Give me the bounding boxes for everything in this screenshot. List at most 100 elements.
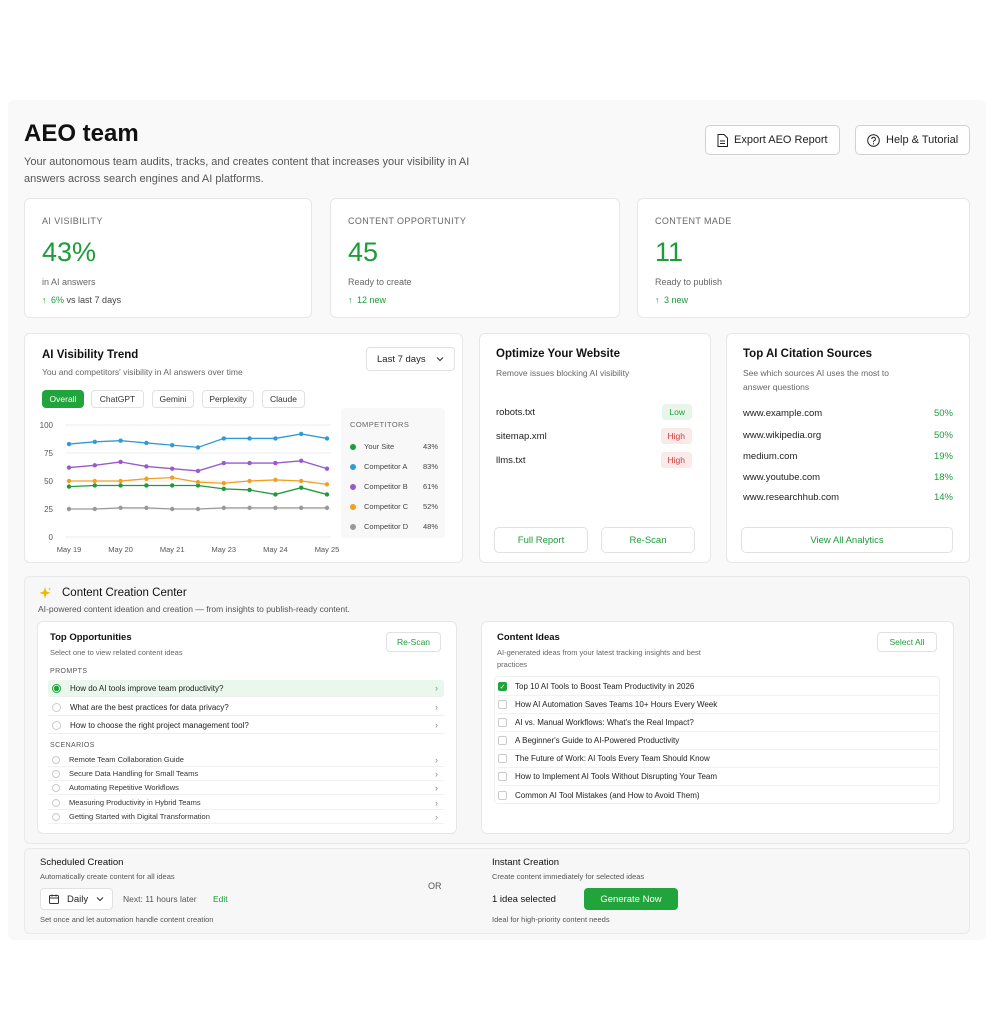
- rescan-website-button[interactable]: Re-Scan: [601, 527, 695, 553]
- scenario-item[interactable]: Getting Started with Digital Transformat…: [48, 810, 444, 825]
- tab-chatgpt[interactable]: ChatGPT: [91, 390, 144, 408]
- idea-item[interactable]: How to Implement AI Tools Without Disrup…: [498, 768, 938, 787]
- citations-desc: See which sources AI uses the most to an…: [743, 368, 889, 392]
- instant-title: Instant Creation: [492, 857, 560, 868]
- creation-title-row: Content Creation Center: [38, 586, 187, 600]
- idea-item[interactable]: How AI Automation Saves Teams 10+ Hours …: [498, 696, 938, 715]
- scenario-item[interactable]: Measuring Productivity in Hybrid Teams ›: [48, 796, 444, 811]
- generate-now-button[interactable]: Generate Now: [584, 888, 678, 910]
- data-point-competitor-c: [66, 478, 72, 484]
- period-dropdown[interactable]: Last 7 days: [366, 347, 455, 371]
- data-point-competitor-a: [144, 440, 149, 446]
- select-all-button[interactable]: Select All: [877, 632, 937, 652]
- tab-claude[interactable]: Claude: [262, 390, 305, 408]
- radio-icon: [52, 755, 60, 764]
- data-point-competitor-a: [324, 436, 330, 441]
- idea-item[interactable]: AI vs. Manual Workflows: What's the Real…: [498, 714, 938, 733]
- calendar-icon: [49, 894, 59, 904]
- chevron-right-icon: ›: [435, 683, 438, 693]
- trend-title: AI Visibility Trend: [42, 349, 139, 361]
- chevron-right-icon: ›: [435, 720, 438, 730]
- citation-row: www.wikipedia.org 50%: [743, 430, 953, 441]
- legend-label: Competitor A: [364, 462, 408, 471]
- citation-row: www.researchhub.com 14%: [743, 492, 953, 503]
- prompt-item[interactable]: How do AI tools improve team productivit…: [48, 680, 444, 697]
- data-point-competitor-b: [299, 458, 304, 464]
- data-point-competitor-d: [221, 505, 226, 511]
- data-point-competitor-b: [66, 465, 72, 470]
- stat-label: CONTENT MADE: [655, 216, 732, 226]
- view-all-analytics-button[interactable]: View All Analytics: [741, 527, 953, 553]
- frequency-dropdown[interactable]: Daily: [40, 888, 114, 910]
- arrow-up-icon: ↑: [348, 295, 353, 305]
- citation-pct: 50%: [933, 408, 953, 419]
- data-point-competitor-c: [170, 475, 175, 480]
- idea-item[interactable]: ✓ Top 10 AI Tools to Boost Team Productiv…: [498, 678, 938, 697]
- data-point-your-site: [324, 492, 330, 497]
- scenario-item[interactable]: Secure Data Handling for Small Teams ›: [48, 767, 444, 782]
- y-tick-label: 75: [44, 449, 53, 458]
- legend-dot: [350, 463, 356, 470]
- scheduled-title: Scheduled Creation: [40, 857, 124, 868]
- competitors-legend: COMPETITORS Your Site 43% Competitor A 83%…: [341, 408, 445, 538]
- help-tutorial-label: Help & Tutorial: [886, 134, 959, 146]
- data-point-competitor-b: [118, 459, 123, 465]
- stat-delta: ↑ 12 new: [348, 295, 386, 305]
- scenario-text: Automating Repetitive Workflows: [69, 783, 179, 793]
- data-point-competitor-c: [195, 479, 201, 485]
- idea-item[interactable]: The Future of Work: AI Tools Every Team …: [498, 750, 938, 769]
- severity-badge: High: [660, 452, 692, 468]
- tab-gemini[interactable]: Gemini: [152, 390, 194, 408]
- stat-delta-rest: vs last 7 days: [66, 295, 122, 305]
- chevron-right-icon: ›: [435, 754, 438, 765]
- x-tick-label: May 23: [211, 545, 236, 554]
- prompt-item[interactable]: What are the best practices for data pri…: [48, 699, 444, 716]
- document-icon: [717, 133, 728, 147]
- radio-icon: [52, 812, 60, 821]
- tab-perplexity[interactable]: Perplexity: [202, 390, 254, 408]
- tab-overall[interactable]: Overall: [42, 390, 84, 408]
- scenario-item[interactable]: Automating Repetitive Workflows ›: [48, 781, 444, 796]
- citation-row: www.youtube.com 18%: [743, 472, 953, 483]
- stat-label: CONTENT OPPORTUNITY: [348, 216, 467, 226]
- checkbox-icon: [498, 736, 507, 746]
- stat-delta: ↑ 6% vs last 7 days: [42, 295, 121, 305]
- data-point-competitor-d: [195, 506, 201, 512]
- help-tutorial-button[interactable]: Help & Tutorial: [855, 125, 971, 155]
- content-ideas-panel: Content Ideas AI-generated ideas from yo…: [481, 621, 954, 834]
- full-report-button[interactable]: Full Report: [494, 527, 588, 553]
- legend-label: Competitor D: [364, 522, 409, 531]
- scenarios-label: SCENARIOS: [50, 742, 95, 749]
- legend-value: 43%: [422, 442, 438, 451]
- export-report-button[interactable]: Export AEO Report: [705, 125, 840, 155]
- data-point-your-site: [170, 483, 175, 488]
- legend-dot: [350, 443, 356, 450]
- data-point-your-site: [221, 486, 226, 492]
- rescan-opportunities-button[interactable]: Re-Scan: [386, 632, 441, 652]
- opportunities-title: Top Opportunities: [50, 632, 132, 643]
- data-point-competitor-b: [195, 468, 201, 474]
- scenario-item[interactable]: Remote Team Collaboration Guide ›: [48, 753, 444, 768]
- idea-text: How AI Automation Saves Teams 10+ Hours …: [515, 700, 718, 710]
- radio-icon: [52, 783, 60, 792]
- legend-dot: [350, 523, 356, 530]
- idea-text: How to Implement AI Tools Without Disrup…: [515, 772, 718, 782]
- legend-label: Your Site: [364, 442, 395, 451]
- edit-schedule-link[interactable]: Edit: [213, 894, 228, 904]
- data-point-competitor-d: [118, 505, 123, 511]
- stat-delta-value: 12 new: [357, 295, 387, 305]
- stat-sub: in AI answers: [42, 277, 96, 287]
- data-point-competitor-b: [170, 466, 175, 471]
- chevron-right-icon: ›: [435, 768, 438, 779]
- checkbox-icon: [498, 790, 507, 800]
- data-point-your-site: [273, 492, 278, 497]
- radio-icon: [52, 720, 61, 730]
- idea-item[interactable]: A Beginner's Guide to AI-Powered Product…: [498, 732, 938, 751]
- idea-item[interactable]: Common AI Tool Mistakes (and How to Avoi…: [498, 786, 938, 804]
- stat-delta-value: 6%: [51, 295, 65, 305]
- radio-icon: [52, 702, 61, 712]
- citation-pct: 50%: [933, 430, 953, 441]
- data-point-competitor-c: [273, 477, 278, 483]
- prompt-item[interactable]: How to choose the right project manageme…: [48, 717, 444, 734]
- legend-item: Competitor B 61%: [350, 482, 438, 491]
